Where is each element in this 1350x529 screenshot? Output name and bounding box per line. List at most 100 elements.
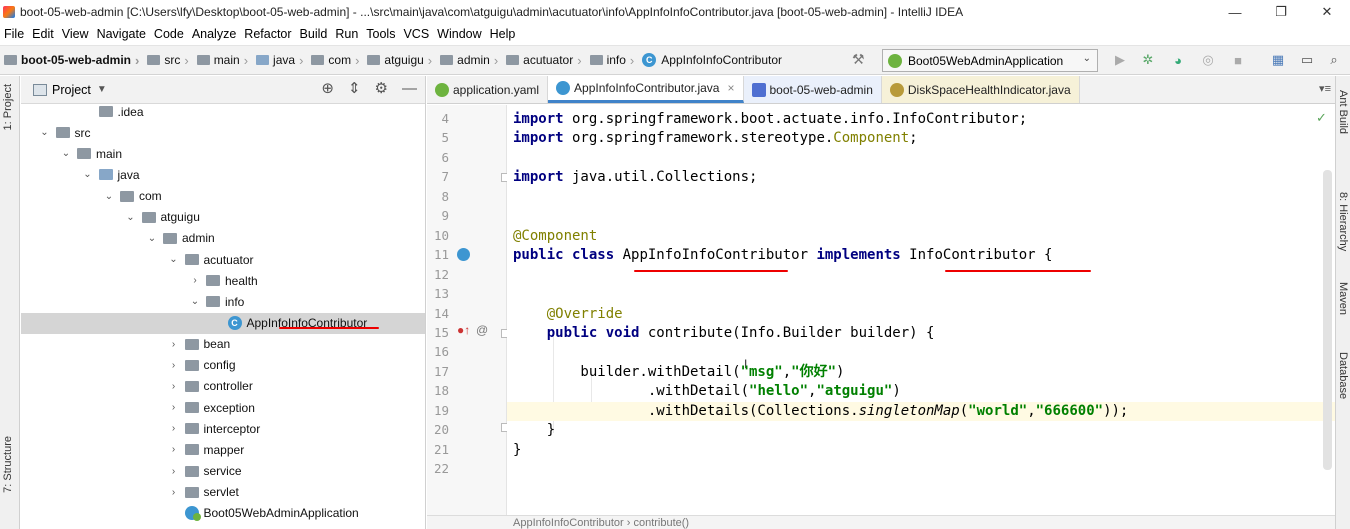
tree-item[interactable]: ⌄ java — [21, 164, 425, 185]
menu-build[interactable]: Build — [300, 27, 328, 41]
chevron-right-icon[interactable]: › — [169, 444, 179, 455]
chevron-right-icon[interactable]: › — [169, 360, 179, 371]
tree-item[interactable]: Boot05WebAdminApplication — [21, 503, 425, 524]
code-line[interactable]: import org.springframework.boot.actuate.… — [513, 110, 1027, 129]
menu-run[interactable]: Run — [335, 27, 358, 41]
chevron-right-icon[interactable]: › — [190, 275, 200, 286]
chevron-down-icon[interactable]: ⌄ — [83, 169, 93, 180]
project-panel-title[interactable]: Project — [52, 83, 91, 97]
chevron-right-icon[interactable]: › — [169, 466, 179, 477]
tree-item[interactable]: › controller — [21, 376, 425, 397]
nav-crumb[interactable]: boot-05-web-admin › — [4, 53, 143, 68]
chevron-down-icon[interactable]: ⌄ — [169, 254, 179, 265]
stop-icon[interactable]: ■ — [1230, 52, 1246, 68]
tree-item[interactable]: › exception — [21, 397, 425, 418]
tree-item[interactable]: › mapper — [21, 439, 425, 460]
tree-item[interactable]: .idea — [21, 101, 425, 122]
code-line[interactable]: import java.util.Collections; — [513, 168, 757, 187]
tree-item[interactable]: ⌄ com — [21, 186, 425, 207]
nav-crumb[interactable]: atguigu › — [367, 53, 436, 68]
maximize-button[interactable]: ❐ — [1258, 0, 1304, 24]
run-configuration-select[interactable]: Boot05WebAdminApplication ⌄ — [882, 49, 1098, 72]
nav-crumb[interactable]: java › — [256, 53, 307, 68]
project-structure-icon[interactable]: ▦ — [1270, 52, 1286, 68]
chevron-right-icon[interactable]: › — [169, 339, 179, 350]
chevron-down-icon[interactable]: ▼ — [97, 84, 107, 95]
collapse-all-icon[interactable]: ⇕ — [348, 81, 361, 97]
close-button[interactable]: ✕ — [1304, 0, 1350, 24]
code-line[interactable]: public class AppInfoInfoContributor impl… — [513, 246, 1052, 265]
code-editor[interactable]: I import org.springframework.boot.actuat… — [507, 105, 1335, 515]
code-line[interactable]: @Override — [513, 305, 623, 324]
tree-item[interactable]: ⌄ info — [21, 291, 425, 312]
tree-item[interactable]: ⌄ src — [21, 122, 425, 143]
tree-item[interactable]: C AppInfoInfoContributor — [21, 312, 425, 334]
editor-tab[interactable]: application.yaml — [427, 76, 549, 103]
nav-crumb[interactable]: admin › — [440, 53, 502, 68]
chevron-right-icon[interactable]: › — [169, 487, 179, 498]
nav-crumb[interactable]: acutuator › — [506, 53, 585, 68]
run-icon[interactable]: ▶ — [1112, 52, 1128, 68]
tab-project[interactable]: 1: Project — [2, 84, 14, 130]
menu-file[interactable]: File — [4, 27, 24, 41]
tab-maven[interactable]: Maven — [1337, 282, 1349, 315]
tree-item[interactable]: ⌄ acutuator — [21, 249, 425, 270]
override-marker-icon[interactable]: ●↑ — [457, 323, 470, 337]
editor-tab[interactable]: DiskSpaceHealthIndicator.java — [881, 76, 1080, 103]
tab-ant-build[interactable]: Ant Build — [1337, 90, 1349, 134]
nav-crumb[interactable]: main › — [196, 53, 252, 68]
menu-window[interactable]: Window — [437, 27, 481, 41]
tree-item[interactable]: › servlet — [21, 482, 425, 503]
code-line[interactable]: .withDetail("hello","atguigu") — [513, 382, 901, 401]
code-line[interactable]: @Component — [513, 227, 597, 246]
menu-edit[interactable]: Edit — [32, 27, 54, 41]
editor-tab[interactable]: boot-05-web-admin — [743, 76, 882, 103]
code-line[interactable]: import org.springframework.stereotype.Co… — [513, 129, 918, 148]
code-line[interactable]: public void contribute(Info.Builder buil… — [513, 324, 935, 343]
menu-code[interactable]: Code — [154, 27, 184, 41]
menu-tools[interactable]: Tools — [366, 27, 395, 41]
menu-navigate[interactable]: Navigate — [97, 27, 146, 41]
menu-view[interactable]: View — [62, 27, 89, 41]
minimize-button[interactable]: — — [1212, 0, 1258, 24]
implements-marker-icon[interactable] — [457, 248, 470, 261]
chevron-down-icon[interactable]: ⌄ — [61, 148, 71, 159]
close-tab-icon[interactable]: × — [727, 81, 734, 95]
hide-icon[interactable]: — — [402, 81, 417, 97]
menu-refactor[interactable]: Refactor — [244, 27, 291, 41]
profile-icon[interactable]: ◎ — [1200, 52, 1216, 68]
code-line[interactable]: .withDetails(Collections.singletonMap("w… — [513, 402, 1129, 421]
code-line[interactable]: } — [513, 421, 555, 440]
tree-item[interactable]: › health — [21, 270, 425, 291]
tab-database[interactable]: Database — [1337, 352, 1349, 399]
coverage-icon[interactable]: ◕ — [1170, 52, 1186, 68]
tree-item[interactable]: ⌄ atguigu — [21, 207, 425, 228]
gear-icon[interactable]: ⚙ — [375, 81, 388, 97]
chevron-down-icon[interactable]: ⌄ — [40, 127, 50, 138]
chevron-down-icon[interactable]: ⌄ — [126, 212, 136, 223]
chevron-right-icon[interactable]: › — [169, 381, 179, 392]
chevron-right-icon[interactable]: › — [169, 423, 179, 434]
tree-item[interactable]: › config — [21, 355, 425, 376]
tree-item[interactable]: › service — [21, 461, 425, 482]
code-line[interactable]: } — [513, 441, 521, 460]
nav-crumb[interactable]: info › — [589, 53, 639, 68]
chevron-right-icon[interactable]: › — [169, 402, 179, 413]
editor-tab[interactable]: AppInfoInfoContributor.java × — [548, 76, 744, 103]
locate-icon[interactable]: ⊕ — [321, 81, 334, 97]
tab-list-icon[interactable]: ▾≡ — [1319, 82, 1331, 95]
chevron-down-icon[interactable]: ⌄ — [104, 191, 114, 202]
menu-analyze[interactable]: Analyze — [192, 27, 236, 41]
menu-vcs[interactable]: VCS — [403, 27, 429, 41]
search-icon[interactable]: ⌕ — [1326, 52, 1342, 68]
chevron-down-icon[interactable]: ⌄ — [147, 233, 157, 244]
tab-structure[interactable]: 7: Structure — [2, 436, 14, 493]
nav-crumb[interactable]: com › — [311, 53, 363, 68]
build-hammer-icon[interactable]: ⚒ — [852, 51, 865, 68]
tree-item[interactable]: › bean — [21, 334, 425, 355]
chevron-down-icon[interactable]: ⌄ — [190, 296, 200, 307]
menu-help[interactable]: Help — [490, 27, 516, 41]
tree-item[interactable]: ›resources — [21, 524, 425, 529]
code-line[interactable]: builder.withDetail("msg","你好") — [513, 363, 844, 382]
debug-icon[interactable]: ✲ — [1140, 52, 1156, 68]
